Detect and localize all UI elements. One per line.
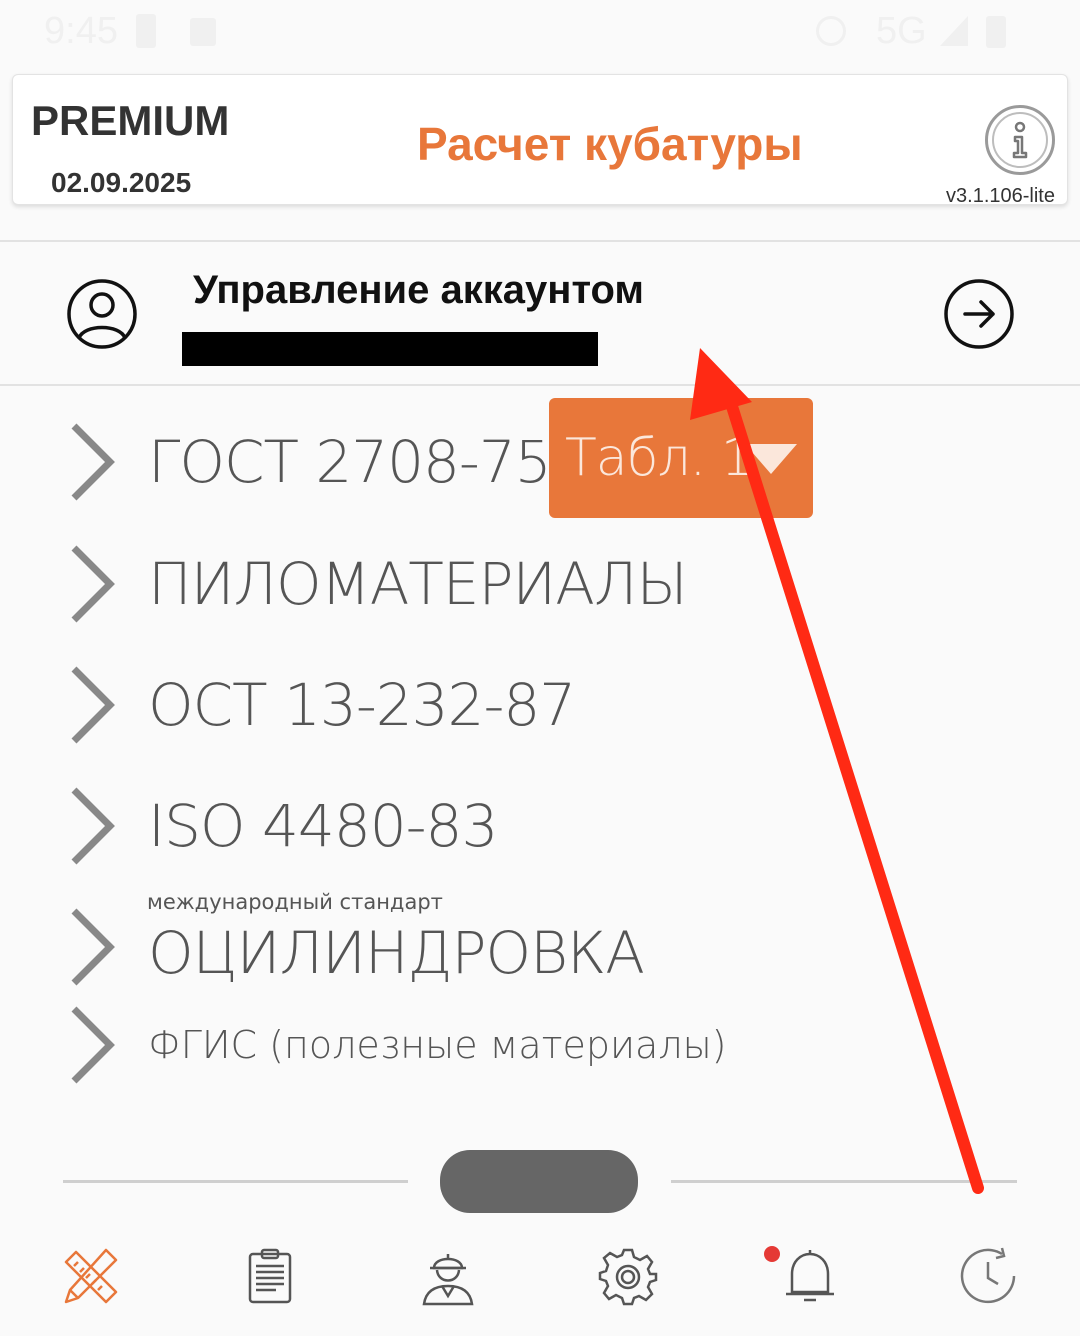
chevron-right-icon bbox=[71, 666, 115, 744]
worker-icon[interactable] bbox=[418, 1246, 478, 1306]
network-type: 5G bbox=[876, 10, 927, 52]
divider bbox=[671, 1180, 1017, 1183]
mute-icon bbox=[816, 16, 846, 46]
notification-dot bbox=[764, 1246, 780, 1262]
table-select-dropdown[interactable]: Табл. 1 bbox=[549, 398, 813, 518]
subscription-tier: PREMIUM bbox=[31, 97, 230, 144]
divider bbox=[63, 1180, 408, 1183]
chevron-right-icon bbox=[71, 787, 115, 865]
menu-item-label: ISO 4480-83 bbox=[148, 792, 498, 860]
app-title: Расчет кубатуры bbox=[417, 118, 803, 170]
bottom-sheet-handle[interactable] bbox=[440, 1150, 638, 1213]
chevron-right-icon bbox=[71, 908, 115, 986]
menu-item-label: ОСТ 13-232-87 bbox=[148, 671, 576, 739]
account-email-redacted bbox=[182, 332, 598, 366]
chevron-down-icon bbox=[745, 444, 797, 474]
chevron-right-icon bbox=[71, 545, 115, 623]
user-circle-icon bbox=[67, 279, 137, 349]
menu-item-caption: международный стандарт bbox=[147, 890, 443, 914]
signal-icon bbox=[940, 16, 968, 46]
clipboard-icon[interactable] bbox=[240, 1246, 300, 1306]
chevron-right-icon bbox=[71, 423, 115, 501]
menu-item-label: ПИЛОМАТЕРИАЛЫ bbox=[148, 550, 688, 618]
status-bar: 9:45 5G bbox=[0, 0, 1080, 62]
subscription-date: 02.09.2025 bbox=[51, 167, 192, 198]
arrow-right-circle-icon[interactable] bbox=[943, 278, 1015, 350]
account-title: Управление аккаунтом bbox=[193, 268, 644, 312]
gear-icon[interactable] bbox=[598, 1246, 658, 1306]
status-time: 9:45 bbox=[44, 10, 118, 52]
menu-item-label: ФГИС (полезные материалы) bbox=[148, 1023, 727, 1067]
chevron-right-icon bbox=[71, 1006, 115, 1084]
bell-icon[interactable] bbox=[780, 1246, 840, 1306]
history-icon[interactable] bbox=[958, 1246, 1018, 1306]
account-management-row[interactable]: Управление аккаунтом bbox=[0, 240, 1080, 386]
table-select-value: Табл. 1 bbox=[565, 428, 754, 488]
info-icon[interactable] bbox=[985, 105, 1055, 175]
status-indicator-icon bbox=[136, 14, 156, 48]
app-version: v3.1.106-lite bbox=[946, 185, 1055, 207]
battery-icon bbox=[986, 16, 1006, 48]
menu-item-label: ГОСТ 2708-75 bbox=[148, 428, 552, 496]
menu-item-label: ОЦИЛИНДРОВКА bbox=[148, 919, 645, 987]
ruler-pencil-icon[interactable] bbox=[60, 1246, 120, 1306]
status-indicator-icon bbox=[190, 18, 216, 46]
header-card: PREMIUM 02.09.2025 Расчет кубатуры v3.1.… bbox=[12, 74, 1068, 207]
